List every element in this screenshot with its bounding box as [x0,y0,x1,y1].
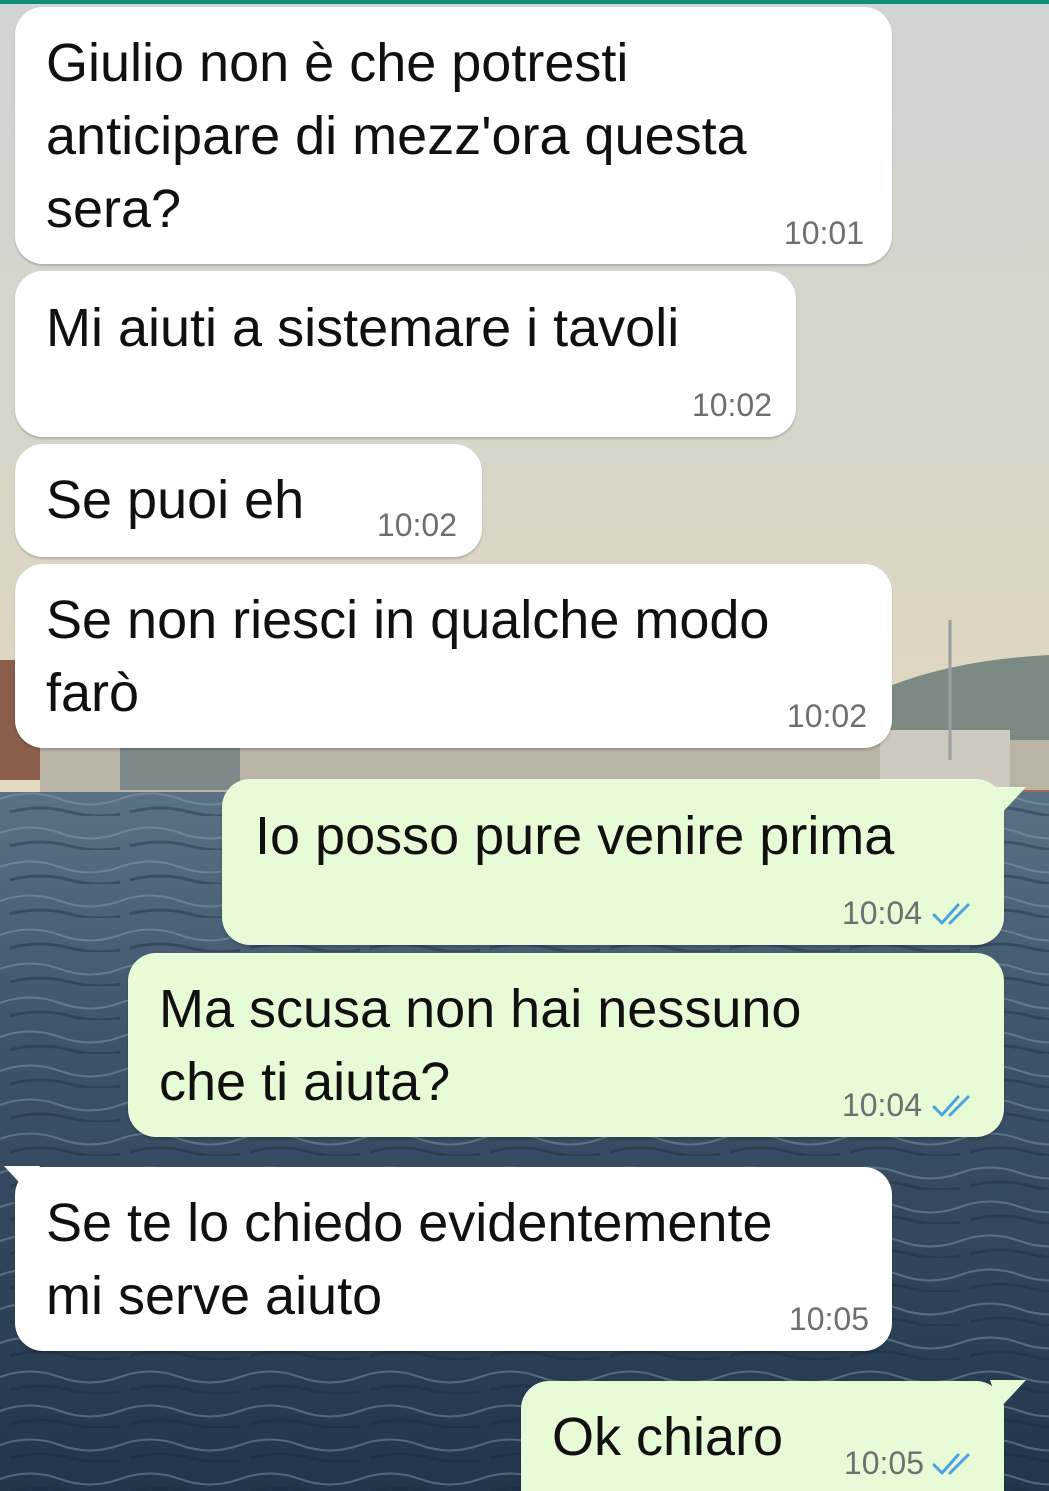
message-text: Se puoi eh [46,470,305,530]
message-bubble-outgoing[interactable]: Ma scusa non hai nessuno che ti aiuta? 1… [128,953,1004,1137]
message-time: 10:02 [376,507,457,543]
message-text: Ma scusa non hai nessuno che ti aiuta? [159,979,802,1112]
message-time: 10:04 [841,895,922,931]
message-bubble-outgoing[interactable]: Io posso pure venire prima 10:04 [222,779,1004,945]
message-bubble-incoming[interactable]: Giulio non è che potresti anticipare di … [15,7,892,264]
message-text: Se te lo chiedo evidentemente mi serve a… [46,1193,773,1326]
message-text: Mi aiuti a sistemare i tavoli [46,298,680,358]
double-check-icon [932,903,970,925]
message-text: Se non riesci in qualche modo farò [46,590,770,723]
header-accent-line [0,0,1049,4]
double-check-icon [932,1095,970,1117]
message-time: 10:05 [788,1301,869,1337]
message-bubble-outgoing[interactable]: Ok chiaro 10:05 [521,1381,1004,1491]
message-time: 10:01 [783,215,864,251]
double-check-icon [932,1453,970,1475]
message-bubble-incoming[interactable]: Se te lo chiedo evidentemente mi serve a… [15,1167,892,1351]
message-bubble-incoming[interactable]: Se puoi eh 10:02 [15,444,482,557]
message-text: Giulio non è che potresti anticipare di … [46,33,747,239]
message-time: 10:05 [843,1445,924,1481]
message-time: 10:04 [841,1087,922,1123]
message-bubble-incoming[interactable]: Se non riesci in qualche modo farò 10:02 [15,564,892,748]
message-time: 10:02 [691,387,772,423]
message-bubble-incoming[interactable]: Mi aiuti a sistemare i tavoli 10:02 [15,271,796,437]
message-text: Io posso pure venire prima [255,806,895,866]
message-time: 10:02 [786,698,867,734]
message-text: Ok chiaro [552,1407,784,1467]
